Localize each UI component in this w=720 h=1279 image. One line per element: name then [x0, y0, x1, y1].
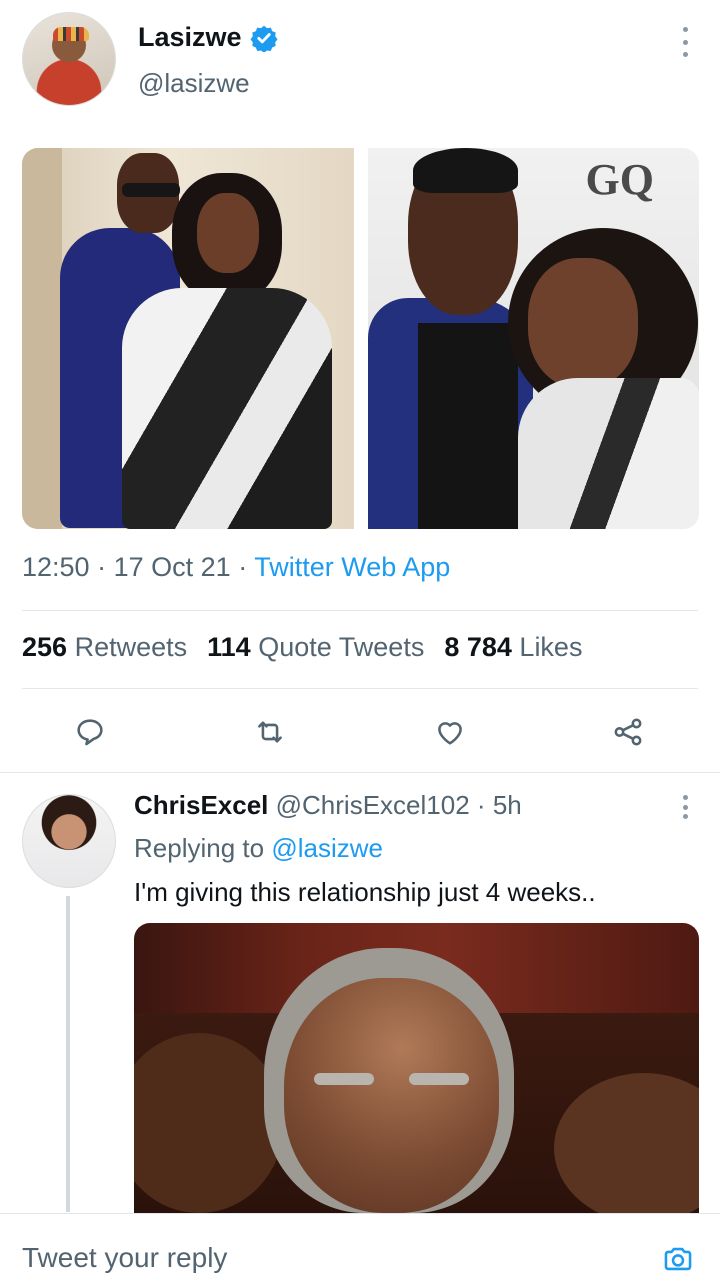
- likes-stat[interactable]: 8 784 Likes: [444, 632, 582, 663]
- more-options-icon[interactable]: [680, 27, 690, 57]
- reply-icon: [77, 719, 103, 746]
- tweet-source[interactable]: Twitter Web App: [254, 552, 450, 582]
- divider: [22, 688, 698, 689]
- tweet-media: GQ: [22, 148, 699, 529]
- retweet-button[interactable]: [250, 712, 290, 752]
- tweet-timestamp-row: 12:50 · 17 Oct 21 · Twitter Web App: [22, 552, 450, 583]
- reply-author-avatar[interactable]: [22, 794, 116, 888]
- divider: [22, 610, 698, 611]
- reply-media-photo[interactable]: [134, 923, 699, 1213]
- verified-badge-icon: [250, 25, 278, 52]
- share-icon: [614, 718, 642, 746]
- reply-separator: ·: [476, 790, 486, 820]
- author-avatar[interactable]: [22, 12, 116, 106]
- quote-tweets-stat[interactable]: 114 Quote Tweets: [207, 632, 424, 663]
- replying-to-prefix: Replying to: [134, 833, 265, 863]
- reply-author-name[interactable]: ChrisExcel: [134, 790, 268, 820]
- media-photo-1[interactable]: [22, 148, 354, 529]
- gq-logo: GQ: [585, 155, 654, 204]
- reply-more-options-icon[interactable]: [680, 795, 690, 819]
- tweet-time[interactable]: 12:50: [22, 552, 90, 582]
- share-button[interactable]: [608, 712, 648, 752]
- heart-icon: [438, 722, 462, 745]
- like-button[interactable]: [430, 712, 470, 752]
- thread-line: [66, 896, 70, 1212]
- tweet-stats: 256 Retweets 114 Quote Tweets 8 784 Like…: [22, 632, 582, 663]
- meta-separator: ·: [97, 552, 107, 582]
- reply-author-handle[interactable]: @ChrisExcel102: [276, 790, 470, 820]
- reply-text: I'm giving this relationship just 4 week…: [134, 877, 596, 907]
- retweet-icon: [258, 721, 282, 743]
- tweet-reply-input[interactable]: Tweet your reply: [22, 1242, 227, 1274]
- reply-header: ChrisExcel @ChrisExcel102 · 5h: [134, 790, 522, 821]
- replying-to-mention[interactable]: @lasizwe: [271, 833, 383, 863]
- retweets-stat[interactable]: 256 Retweets: [22, 632, 187, 663]
- reply-time[interactable]: 5h: [493, 790, 522, 820]
- divider: [0, 772, 720, 773]
- author-name-row[interactable]: Lasizwe: [138, 22, 278, 53]
- replying-to-line: Replying to @lasizwe: [134, 833, 383, 864]
- media-photo-2[interactable]: GQ: [367, 148, 699, 529]
- meta-separator: ·: [238, 552, 248, 582]
- author-handle[interactable]: @lasizwe: [138, 68, 250, 99]
- author-name[interactable]: Lasizwe: [138, 22, 242, 53]
- reply-button[interactable]: [70, 712, 110, 752]
- camera-icon[interactable]: [660, 1242, 696, 1276]
- tweet-date[interactable]: 17 Oct 21: [114, 552, 231, 582]
